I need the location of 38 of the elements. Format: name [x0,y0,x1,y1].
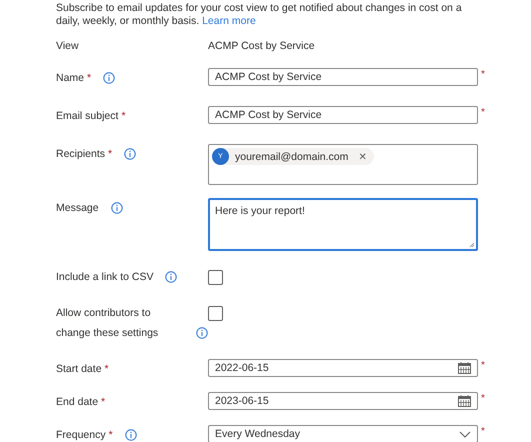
checkbox[interactable] [208,306,223,321]
message-field[interactable]: Here is your report! [208,198,478,251]
required-mark: * [480,393,485,404]
info-icon[interactable] [124,429,137,441]
view-name: ACMP Cost by Service [208,39,316,54]
info-icon[interactable] [165,271,178,283]
field-label: Message [56,201,99,216]
info-icon[interactable] [110,202,123,214]
info-icon[interactable] [103,72,116,84]
frequency-dropdown[interactable]: Every Wednesday [208,425,478,442]
required-mark: * [480,426,485,437]
field-label: Recipients * [56,147,112,162]
calendar-icon[interactable] [458,395,471,407]
field-label: Email subject * [56,109,126,124]
learn-more-link[interactable]: Learn more [202,15,256,27]
intro-text: Subscribe to email updates for your cost view to get notified about changes in cost on a daily, weekly, or monthly basis. Learn more [55,1,463,28]
calendar-icon[interactable] [458,362,471,374]
close-icon[interactable]: ✕ [358,150,366,162]
required-mark: * [480,360,485,371]
text-field[interactable]: ACMP Cost by Service [208,68,478,86]
info-icon[interactable] [196,327,208,339]
field-label: Start date * [56,362,109,377]
field-label: Name * [56,71,92,86]
recipient-email: youremail@domain.com [235,150,348,162]
resize-grip-icon[interactable] [469,242,475,248]
field-label: View [56,39,79,54]
text-field[interactable]: ACMP Cost by Service [208,106,478,124]
date-field[interactable]: 2023-06-15 [208,392,478,410]
required-mark: * [480,107,485,118]
field-label: Include a link to CSV [56,270,154,285]
required-mark: * [480,69,485,80]
info-icon[interactable] [124,148,136,160]
checkbox[interactable] [208,270,223,285]
chevron-down-icon [459,430,471,438]
field-label: Allow contributors to change these settings [56,306,160,341]
field-label: End date * [56,395,106,410]
date-field[interactable]: 2022-06-15 [208,359,478,377]
field-label: Frequency * [56,428,113,442]
